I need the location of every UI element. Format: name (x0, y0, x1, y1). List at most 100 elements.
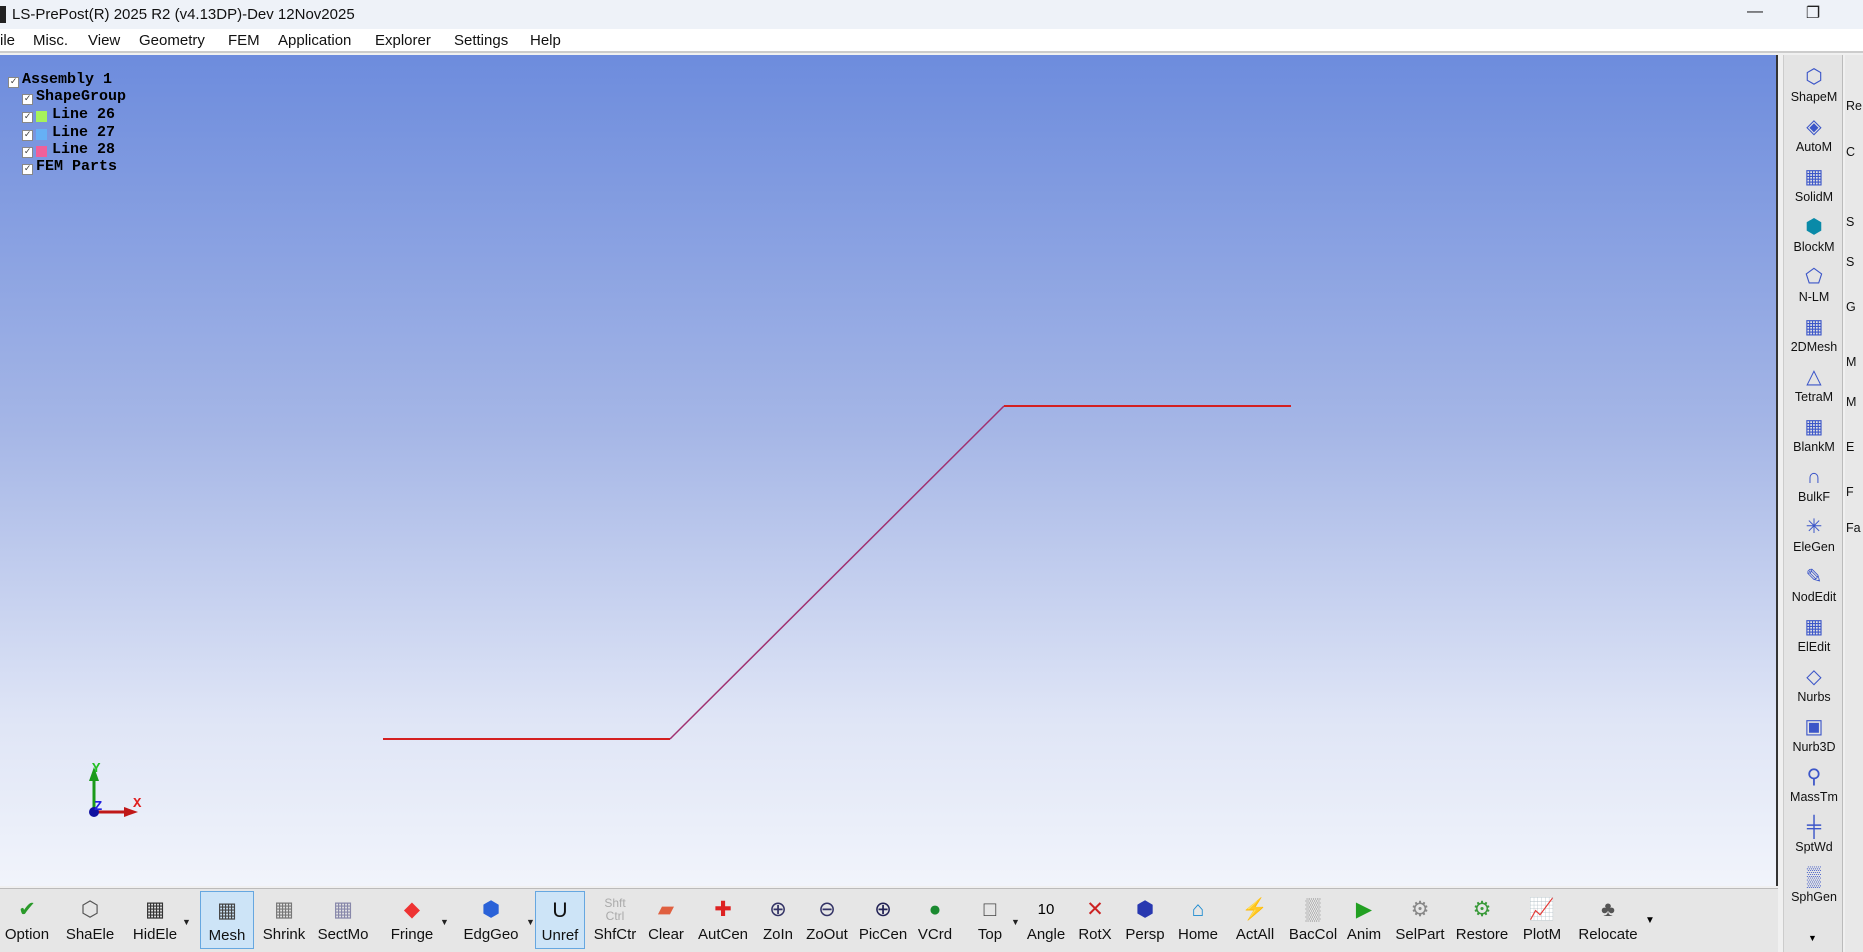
toolbar-label: Home (1177, 926, 1218, 943)
menu-explorer[interactable]: Explorer (375, 32, 431, 49)
tool-shapem[interactable]: ⬡ ShapeM (1784, 61, 1844, 111)
tool-autom[interactable]: ◈ AutoM (1784, 111, 1844, 161)
toolbar-angle-button[interactable]: 10 Angle (1020, 891, 1072, 949)
secondary-tool-label[interactable]: C (1846, 145, 1855, 159)
tree-fem-parts-checkbox[interactable]: ✓ (22, 164, 33, 175)
tool-label: SolidM (1794, 190, 1834, 204)
tool-sptwd[interactable]: ╪ SptWd (1784, 811, 1844, 861)
auto-center-icon: ✚ (714, 898, 732, 921)
toolbar-edggeo-button[interactable]: ⬢ EdgGeo ▼ (452, 891, 534, 949)
secondary-tool-label[interactable]: S (1846, 255, 1854, 269)
toolbar-label: PicCen (858, 926, 908, 943)
toolbar-persp-button[interactable]: ⬢ Persp (1120, 891, 1170, 949)
secondary-tool-label[interactable]: M (1846, 355, 1856, 369)
menu-fem[interactable]: FEM (228, 32, 260, 49)
secondary-tool-label[interactable]: F (1846, 485, 1854, 499)
tool-2dmesh[interactable]: ▦ 2DMesh (1784, 311, 1844, 361)
bottom-toolbar-overflow-arrow[interactable]: ▼ (1645, 915, 1655, 926)
tree-line-27-label: Line 27 (52, 123, 116, 141)
graphics-viewport[interactable]: Y X Z ✓ Assembly 1 ✓ ShapeGroup ✓ Line 26 ✓ Lin… (0, 55, 1778, 886)
tree-assembly-checkbox[interactable]: ✓ (8, 77, 19, 88)
auto-mesh-icon: ◈ (1806, 116, 1822, 138)
solid-mesh-icon: ▦ (1804, 166, 1824, 188)
tool-nurbs[interactable]: ◇ Nurbs (1784, 661, 1844, 711)
secondary-tool-label[interactable]: M (1846, 395, 1856, 409)
tool-blockm[interactable]: ⬢ BlockM (1784, 211, 1844, 261)
menu-misc[interactable]: Misc. (33, 32, 68, 49)
toolbar-baccol-button[interactable]: ▒ BacCol (1285, 891, 1341, 949)
toolbar-shaele-button[interactable]: ⬡ ShaEle (62, 891, 118, 949)
menu-settings[interactable]: Settings (454, 32, 508, 49)
toolbar-fringe-button[interactable]: ◆ Fringe ▼ (380, 891, 449, 949)
toolbar-option-button[interactable]: ✔ Option (0, 891, 54, 949)
toolbar-anim-button[interactable]: ▶ Anim (1340, 891, 1388, 949)
toolbar-hidele-button[interactable]: ▦ HidEle ▼ (124, 891, 191, 949)
tree-line-26-checkbox[interactable]: ✓ (22, 112, 33, 123)
tree-shapegroup-label: ShapeGroup (36, 88, 127, 105)
toolbar-zoin-button[interactable]: ⊕ ZoIn (755, 891, 801, 949)
tool-n-lm[interactable]: ⬠ N-LM (1784, 261, 1844, 311)
toolbar-top-button[interactable]: □ Top ▼ (965, 891, 1020, 949)
top-view-icon: □ (983, 898, 997, 921)
tool-tetram[interactable]: △ TetraM (1784, 361, 1844, 411)
tree-shapegroup-checkbox[interactable]: ✓ (22, 94, 33, 105)
toolbar-relocate-button[interactable]: ♣ Relocate (1573, 891, 1643, 949)
menu-view[interactable]: View (88, 32, 120, 49)
toolbar-vcrd-button[interactable]: ● VCrd (910, 891, 960, 949)
background-color-icon: ▒ (1305, 898, 1321, 921)
tool-solidm[interactable]: ▦ SolidM (1784, 161, 1844, 211)
menu-application[interactable]: Application (278, 32, 351, 49)
toolbar-unref-button[interactable]: U Unref (535, 891, 585, 949)
tool-label: BlockM (1793, 240, 1835, 254)
sph-gen-icon: ▒ (1806, 866, 1822, 888)
toolbar-plotm-button[interactable]: 📈 PlotM (1515, 891, 1569, 949)
tree-line-28-color-swatch (36, 146, 47, 157)
menu-help[interactable]: Help (530, 32, 561, 49)
tool-bulkf[interactable]: ∩ BulkF (1784, 461, 1844, 511)
toolbar-actall-button[interactable]: ⚡ ActAll (1228, 891, 1282, 949)
tree-line-28-checkbox[interactable]: ✓ (22, 147, 33, 158)
tool-eledit[interactable]: ▦ ElEdit (1784, 611, 1844, 661)
toolbar-label: Persp (1125, 926, 1165, 943)
toolbar-shfctr-button[interactable]: Shft Ctrl ShfCtr (590, 891, 640, 949)
toolbar-restore-button[interactable]: ⚙ Restore (1450, 891, 1514, 949)
menu-ile[interactable]: ile (0, 32, 15, 49)
toolbar-label: ShfCtr (593, 926, 637, 943)
toolbar-label: Fringe (390, 926, 434, 943)
toolbar-home-button[interactable]: ⌂ Home (1170, 891, 1226, 949)
tool-nodedit[interactable]: ✎ NodEdit (1784, 561, 1844, 611)
dropdown-arrow-icon[interactable]: ▼ (526, 917, 535, 927)
tool-masstm[interactable]: ⚲ MassTm (1784, 761, 1844, 811)
plot-icon: 📈 (1528, 898, 1556, 921)
toolbar-mesh-button[interactable]: ▦ Mesh (200, 891, 254, 949)
menu-geometry[interactable]: Geometry (139, 32, 205, 49)
secondary-tool-label[interactable]: Fa (1846, 521, 1861, 535)
scene-canvas: Y X Z (89, 405, 1291, 817)
tool-sphgen[interactable]: ▒ SphGen (1784, 861, 1844, 911)
toolbar-label: ActAll (1235, 926, 1275, 943)
toolbar-selpart-button[interactable]: ⚙ SelPart (1392, 891, 1448, 949)
minimize-button[interactable]: — (1735, 3, 1775, 21)
right-toolbar-overflow-arrow[interactable]: ▼ (1808, 933, 1817, 943)
tree-line-27-checkbox[interactable]: ✓ (22, 129, 33, 141)
secondary-tool-label[interactable]: E (1846, 440, 1854, 454)
tree-line-26-label: Line 26 (52, 106, 116, 123)
toolbar-shrink-button[interactable]: ▦ Shrink (256, 891, 312, 949)
tool-blankm[interactable]: ▦ BlankM (1784, 411, 1844, 461)
toolbar-zoout-button[interactable]: ⊖ ZoOut (800, 891, 854, 949)
restore-button[interactable]: ❐ (1793, 3, 1833, 23)
toolbar-clear-button[interactable]: ▰ Clear (640, 891, 692, 949)
toolbar-piccen-button[interactable]: ⊕ PicCen (855, 891, 911, 949)
dropdown-arrow-icon[interactable]: ▼ (1011, 917, 1020, 927)
secondary-tool-label[interactable]: Re (1846, 99, 1862, 113)
dropdown-arrow-icon[interactable]: ▼ (440, 917, 449, 927)
toolbar-autcen-button[interactable]: ✚ AutCen (695, 891, 751, 949)
tool-nurb3d[interactable]: ▣ Nurb3D (1784, 711, 1844, 761)
tool-elegen[interactable]: ✳ EleGen (1784, 511, 1844, 561)
toolbar-rotx-button[interactable]: ✕ RotX (1072, 891, 1118, 949)
secondary-tool-label[interactable]: G (1846, 300, 1856, 314)
toolbar-sectmo-button[interactable]: ▦ SectMo (312, 891, 374, 949)
secondary-tool-label[interactable]: S (1846, 215, 1854, 229)
toolbar-label: VCrd (917, 926, 953, 943)
dropdown-arrow-icon[interactable]: ▼ (182, 917, 191, 927)
